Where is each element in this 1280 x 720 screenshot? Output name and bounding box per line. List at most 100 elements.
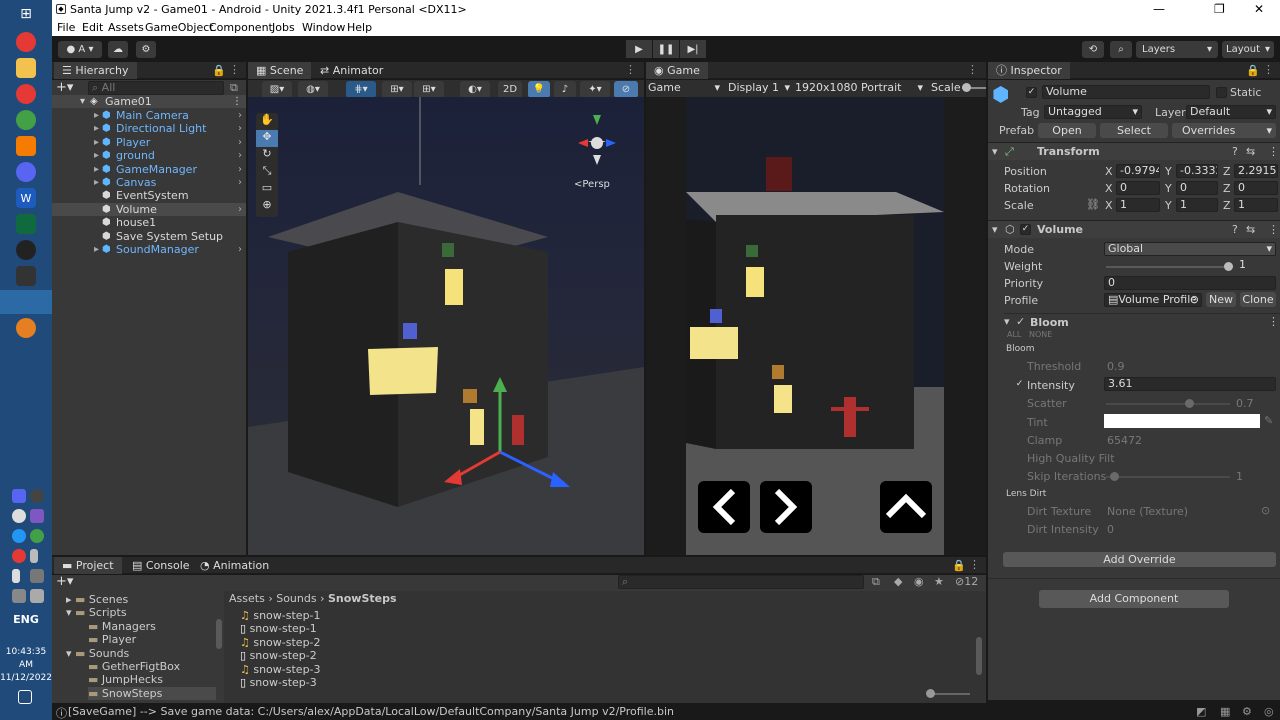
rotate-tool-icon[interactable]: ↻ <box>256 147 278 164</box>
file-list-item[interactable]: ▯ snow-step-1 <box>240 622 317 635</box>
rect-tool-icon[interactable]: ▭ <box>256 181 278 198</box>
hierarchy-root-game01[interactable]: ▾ ◈ Game01 ⋮ <box>52 95 246 108</box>
expand-arrow-icon[interactable]: ▸ <box>94 243 99 256</box>
more-icon[interactable]: ⋮ <box>229 63 240 76</box>
notification-icon[interactable] <box>18 690 32 704</box>
chevron-right-icon[interactable]: › <box>238 203 242 216</box>
unity-icon[interactable] <box>0 290 52 314</box>
jump-button[interactable] <box>880 481 932 533</box>
hierarchy-item[interactable]: ⬢ Directional Light › ▸ <box>52 122 246 135</box>
scatter-value[interactable]: 0.7 <box>1236 397 1254 410</box>
tab-inspector[interactable]: ⓘ Inspector <box>988 62 1070 79</box>
move-tool-icon[interactable]: ✥ <box>256 130 278 147</box>
project-folder-item[interactable]: ▸ ▬ Scenes <box>66 593 216 606</box>
tint-override-checkbox[interactable] <box>1014 417 1025 428</box>
hidden-objects-toggle-icon[interactable]: ⊘ <box>614 81 638 98</box>
tray-wifi-icon[interactable] <box>30 569 44 583</box>
project-folder-item[interactable]: ▬ GetherFigtBox <box>88 660 216 673</box>
skip-iterations-slider-handle[interactable] <box>1110 472 1119 481</box>
snap-dropdown[interactable]: ⋕▾ <box>346 81 376 98</box>
breadcrumb-snowsteps[interactable]: SnowSteps <box>328 592 397 605</box>
history-icon[interactable]: ⟲ <box>1082 41 1104 58</box>
profile-field[interactable]: ▤Volume Profile ⊙ <box>1104 293 1202 307</box>
pause-button[interactable]: ❚❚ <box>653 40 679 58</box>
project-folder-item[interactable]: ▬ Managers <box>88 620 216 633</box>
clamp-value[interactable]: 65472 <box>1107 434 1142 447</box>
collapse-arrow-icon[interactable]: ▾ <box>992 223 998 236</box>
grid-dropdown[interactable]: ⊞▾ <box>382 81 412 98</box>
tray-pen-icon[interactable] <box>30 509 44 523</box>
transform-header[interactable]: ▾ ⤢ Transform ? ⇆ ⋮ <box>988 142 1280 160</box>
tray-obs-icon[interactable] <box>30 489 44 503</box>
file-list-item[interactable]: ▯ snow-step-3 <box>240 676 317 689</box>
display-dropdown[interactable]: Display 1 ▾ <box>728 81 790 94</box>
more-icon[interactable]: ⋮ <box>1263 63 1274 76</box>
position-y-input[interactable]: -0.3332 <box>1176 164 1218 178</box>
obs-icon[interactable] <box>16 240 36 260</box>
expand-arrow-icon[interactable]: ▸ <box>94 122 99 135</box>
chevron-right-icon[interactable]: › <box>238 243 242 256</box>
mode-dropdown[interactable]: Global ▾ <box>1104 242 1276 256</box>
scale-tool-icon[interactable]: ⤡ <box>256 164 278 181</box>
account-dropdown[interactable]: ● A ▾ <box>58 41 102 58</box>
file-explorer-icon[interactable] <box>16 58 36 78</box>
more-icon[interactable]: ⋮ <box>1268 315 1279 328</box>
project-folder-item[interactable]: ▾ ▬ Sounds <box>66 647 216 660</box>
menu-jobs[interactable]: Jobs <box>272 21 295 34</box>
create-asset-icon[interactable]: +▾ <box>56 574 73 589</box>
scale-y-input[interactable]: 1 <box>1176 198 1218 212</box>
tab-hierarchy[interactable]: ☰ Hierarchy <box>54 62 137 79</box>
position-x-input[interactable]: -0.9794 <box>1116 164 1160 178</box>
expand-arrow-icon[interactable]: ▾ <box>66 647 75 660</box>
menu-window[interactable]: Window <box>302 21 345 34</box>
clamp-override-checkbox[interactable] <box>1014 435 1025 446</box>
object-picker-icon[interactable]: ⊙ <box>1261 504 1270 517</box>
skip-iterations-slider[interactable] <box>1106 476 1230 478</box>
tray-steam-icon[interactable] <box>12 509 26 523</box>
layer-dropdown[interactable]: Default ▾ <box>1186 105 1276 119</box>
app-icon-orange[interactable] <box>16 136 36 156</box>
lock-icon[interactable]: 🔒 <box>1246 64 1260 77</box>
active-checkbox[interactable]: ✓ <box>1026 87 1037 98</box>
chrome-icon-3[interactable] <box>16 110 36 130</box>
tray-check-icon[interactable] <box>30 529 44 543</box>
hand-tool-icon[interactable]: ✋ <box>256 113 278 130</box>
dirt-intensity-value[interactable]: 0 <box>1107 523 1114 536</box>
tray-discord-icon[interactable] <box>12 489 26 503</box>
tray-network-icon[interactable] <box>12 589 26 603</box>
tint-color-swatch[interactable] <box>1104 414 1260 428</box>
windows-start-icon[interactable]: ⊞ <box>16 4 36 24</box>
more-icon[interactable]: ⋮ <box>969 558 980 571</box>
play-button[interactable]: ▶ <box>626 40 652 58</box>
bloom-none-button[interactable]: NONE <box>1029 330 1052 339</box>
menu-file[interactable]: File <box>57 21 75 34</box>
view-orientation-gizmo[interactable] <box>578 115 616 165</box>
move-right-button[interactable] <box>760 481 812 533</box>
link-icon[interactable]: ⛓ <box>1086 198 1100 211</box>
hidden-count[interactable]: ⊘12 <box>955 575 978 588</box>
add-override-button[interactable]: Add Override <box>1003 552 1276 567</box>
project-folder-item[interactable]: ▬ Player <box>88 633 216 646</box>
dirt-texture-override-checkbox[interactable] <box>1014 506 1025 517</box>
collab-icon[interactable]: ⚙ <box>136 41 156 58</box>
tab-project[interactable]: ▬ Project <box>54 557 122 574</box>
shading-dropdown[interactable]: ◐▾ <box>460 81 490 98</box>
help-icon[interactable]: ? <box>1232 223 1238 236</box>
menu-help[interactable]: Help <box>347 21 372 34</box>
scene-options-icon[interactable]: ⧉ <box>230 81 238 95</box>
chevron-right-icon[interactable]: › <box>238 122 242 135</box>
scatter-slider[interactable] <box>1106 403 1230 405</box>
breadcrumb-sounds[interactable]: Sounds <box>276 592 316 605</box>
more-icon[interactable]: ⋮ <box>1268 223 1279 236</box>
menu-component[interactable]: Component <box>209 21 273 34</box>
progress-icon[interactable]: ◎ <box>1264 705 1274 718</box>
layout-dropdown[interactable]: Layout ▾ <box>1222 41 1274 58</box>
tray-mic-icon[interactable] <box>12 569 20 583</box>
prefab-overrides-dropdown[interactable]: Overrides ▾ <box>1172 123 1276 138</box>
chevron-right-icon[interactable]: › <box>238 149 242 162</box>
hierarchy-item[interactable]: ⬢ Main Camera › ▸ <box>52 109 246 122</box>
chevron-right-icon[interactable]: › <box>238 109 242 122</box>
collapse-arrow-icon[interactable]: ▾ <box>992 145 998 158</box>
priority-input[interactable]: 0 <box>1104 276 1276 290</box>
hierarchy-item[interactable]: ⬢ house1 <box>52 216 246 229</box>
